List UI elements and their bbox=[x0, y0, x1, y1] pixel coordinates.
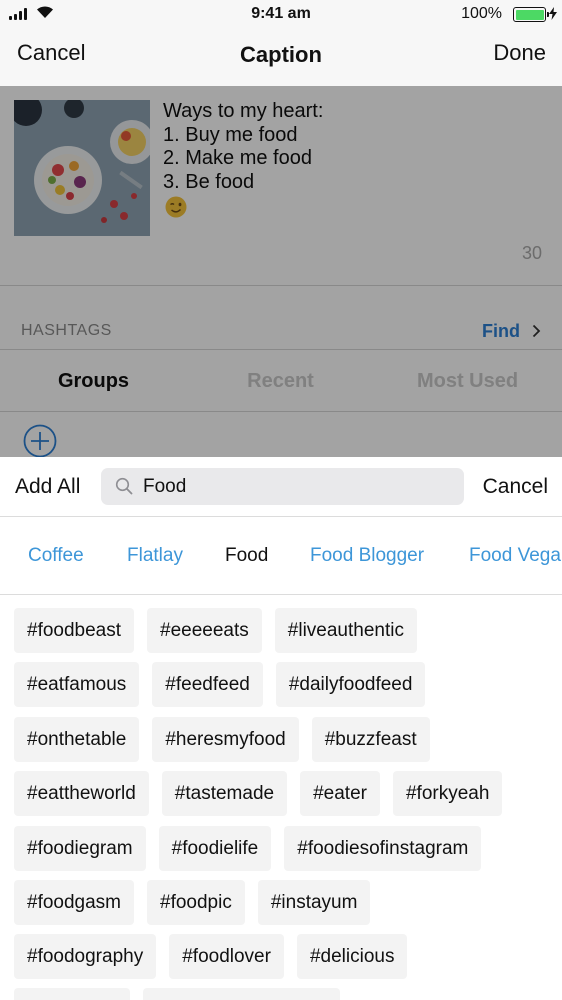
battery-icon bbox=[513, 7, 549, 22]
tag-row: #foodiegram #foodielife #foodiesofinstag… bbox=[14, 826, 482, 871]
add-all-button[interactable]: Add All bbox=[15, 475, 80, 499]
hashtag-chip[interactable]: #eatfamous bbox=[14, 662, 140, 707]
tag-row: #foodgasm #foodpic #instayum bbox=[14, 880, 371, 925]
hashtag-chip[interactable]: #dailyfoodfeed bbox=[275, 662, 426, 707]
group-chip-coffee[interactable]: Coffee bbox=[28, 545, 84, 567]
hashtag-chip[interactable]: #foodbeast bbox=[14, 608, 135, 653]
hashtag-chip-partial[interactable] bbox=[143, 988, 340, 1000]
page-title: Caption bbox=[240, 42, 322, 67]
done-button[interactable]: Done bbox=[493, 40, 546, 66]
hashtag-chip[interactable]: #eeeeeats bbox=[147, 608, 262, 653]
hashtag-list: #foodbeast #eeeeeats #liveauthentic #eat… bbox=[0, 595, 562, 1000]
hashtag-chip[interactable]: #tastemade bbox=[161, 771, 288, 816]
hashtag-chip[interactable]: #foodiesofinstagram bbox=[284, 826, 482, 871]
group-filter-strip[interactable]: Coffee Flatlay Food Food Blogger Food Ve… bbox=[0, 517, 562, 595]
search-field[interactable] bbox=[101, 468, 464, 505]
hashtag-chip-partial[interactable] bbox=[14, 988, 130, 1000]
hashtag-chip[interactable]: #foodielife bbox=[158, 826, 272, 871]
hashtag-chip[interactable]: #delicious bbox=[296, 934, 408, 979]
battery-percentage: 100% bbox=[461, 5, 502, 22]
hashtag-chip[interactable]: #onthetable bbox=[14, 717, 140, 762]
tag-row: #foodbeast #eeeeeats #liveauthentic bbox=[14, 608, 417, 653]
hashtag-chip[interactable]: #foodiegram bbox=[14, 826, 146, 871]
group-chip-food-blogger[interactable]: Food Blogger bbox=[310, 545, 424, 567]
group-chip-food-vegan[interactable]: Food Vega bbox=[469, 545, 561, 567]
group-chip-flatlay[interactable]: Flatlay bbox=[127, 545, 183, 567]
hashtag-chip[interactable]: #foodography bbox=[14, 934, 157, 979]
search-input[interactable] bbox=[143, 468, 443, 505]
hashtag-chip[interactable]: #eattheworld bbox=[14, 771, 149, 816]
hashtag-chip[interactable]: #foodpic bbox=[147, 880, 245, 925]
search-cancel-button[interactable]: Cancel bbox=[483, 475, 548, 499]
hashtag-picker-sheet: Add All Cancel Coffee Flatlay Food Food … bbox=[0, 457, 562, 1000]
hashtag-chip[interactable]: #liveauthentic bbox=[274, 608, 417, 653]
hashtag-chip[interactable]: #buzzfeast bbox=[311, 717, 430, 762]
hashtag-chip[interactable]: #instayum bbox=[257, 880, 371, 925]
group-chip-food[interactable]: Food bbox=[225, 545, 268, 567]
dim-overlay bbox=[0, 86, 562, 458]
search-row: Add All Cancel bbox=[0, 457, 562, 517]
status-bar: 9:41 am 100% bbox=[0, 0, 562, 28]
tag-row: #foodography #foodlover #delicious bbox=[14, 934, 408, 979]
hashtag-chip[interactable]: #foodlover bbox=[169, 934, 284, 979]
hashtag-chip[interactable]: #forkyeah bbox=[392, 771, 503, 816]
tag-row: #eatfamous #feedfeed #dailyfoodfeed bbox=[14, 662, 426, 707]
search-icon bbox=[115, 477, 133, 495]
tag-row: #onthetable #heresmyfood #buzzfeast bbox=[14, 717, 430, 762]
tag-row: #eattheworld #tastemade #eater #forkyeah bbox=[14, 771, 503, 816]
hashtag-chip[interactable]: #heresmyfood bbox=[152, 717, 299, 762]
charging-bolt-icon bbox=[549, 7, 557, 20]
navigation-bar: Cancel Caption Done bbox=[0, 28, 562, 86]
hashtag-chip[interactable]: #eater bbox=[300, 771, 380, 816]
tag-row-partial bbox=[14, 988, 340, 1000]
hashtag-chip[interactable]: #feedfeed bbox=[152, 662, 263, 707]
hashtag-chip[interactable]: #foodgasm bbox=[14, 880, 135, 925]
